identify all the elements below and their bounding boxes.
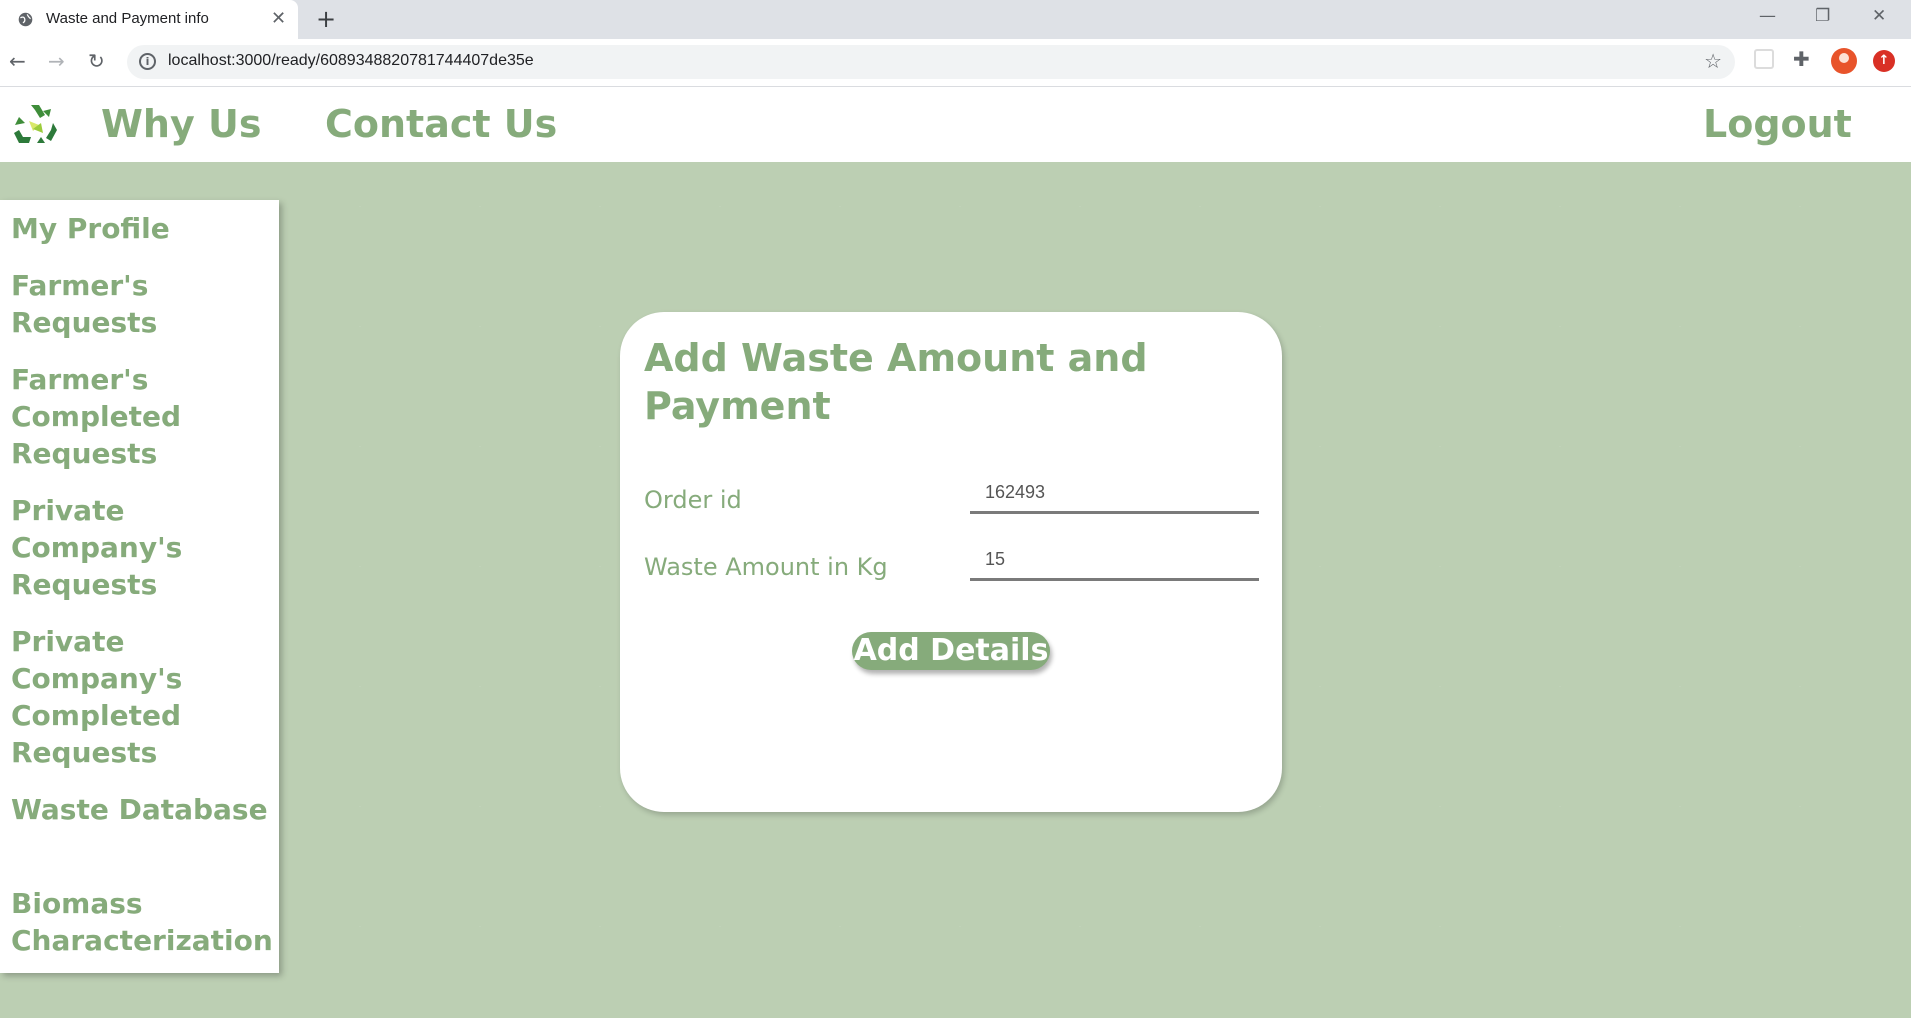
back-icon[interactable]: ← [9,49,26,73]
order-id-label: Order id [644,486,742,514]
browser-toolbar: ← → ↻ i localhost:3000/ready/60893488207… [0,39,1911,87]
reload-icon[interactable]: ↻ [88,49,105,73]
tab-title: Waste and Payment info [46,10,209,27]
browser-tab[interactable]: Waste and Payment info ✕ [0,0,298,39]
sidebar-item-private-company-completed-requests[interactable]: Private Company's Completed Requests [11,623,276,771]
sidebar-item-farmers-requests[interactable]: Farmer's Requests [11,267,276,341]
site-navbar: Why Us Contact Us Logout [0,87,1911,162]
form-title: Add Waste Amount and Payment [644,336,1148,428]
qr-extension-icon[interactable] [1754,49,1774,69]
nav-why-us[interactable]: Why Us [101,99,261,149]
logout-link[interactable]: Logout [1703,99,1852,149]
profile-avatar[interactable] [1831,48,1857,74]
minimize-icon[interactable]: — [1759,4,1776,28]
recycle-icon[interactable] [9,99,61,151]
waste-amount-input[interactable] [970,541,1259,581]
waste-amount-label: Waste Amount in Kg [644,553,888,581]
extensions-puzzle-icon[interactable]: ✚ [1793,47,1810,71]
sidebar-item-waste-database[interactable]: Waste Database [11,791,276,828]
browser-tabstrip: Waste and Payment info ✕ + — ❐ ✕ [0,0,1911,39]
sidebar: My Profile Farmer's Requests Farmer's Co… [0,200,279,973]
bookmark-star-icon[interactable]: ☆ [1704,49,1722,73]
sidebar-item-biomass-characterization[interactable]: Biomass Characterization [11,885,276,959]
globe-icon [18,12,33,27]
address-bar[interactable]: i localhost:3000/ready/60893488207817444… [127,45,1735,79]
forward-icon[interactable]: → [48,49,65,73]
update-icon[interactable]: ↑ [1873,50,1895,72]
waste-payment-form-card: Add Waste Amount and Payment Order id Wa… [620,312,1282,812]
sidebar-item-private-company-requests[interactable]: Private Company's Requests [11,492,276,603]
restore-icon[interactable]: ❐ [1815,4,1830,28]
sidebar-item-farmers-completed-requests[interactable]: Farmer's Completed Requests [11,361,276,472]
add-details-button[interactable]: Add Details [852,632,1050,670]
info-icon[interactable]: i [139,53,156,70]
url-text[interactable]: localhost:3000/ready/6089348820781744407… [168,52,534,70]
sidebar-item-my-profile[interactable]: My Profile [11,210,276,247]
new-tab-icon[interactable]: + [316,5,336,33]
order-id-input[interactable] [970,474,1259,514]
nav-contact-us[interactable]: Contact Us [325,99,557,149]
close-window-icon[interactable]: ✕ [1872,4,1886,28]
close-tab-icon[interactable]: ✕ [271,8,286,30]
